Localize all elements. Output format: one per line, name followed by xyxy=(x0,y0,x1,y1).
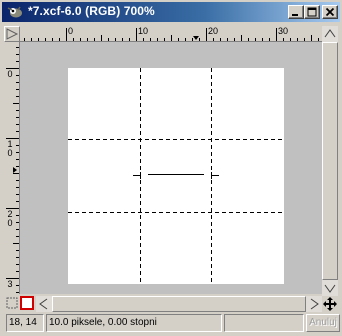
image-menu-button[interactable] xyxy=(4,26,20,42)
horizontal-ruler[interactable]: 0 10 20 30 xyxy=(20,26,322,42)
scroll-down-icon[interactable] xyxy=(322,280,338,296)
title-bar[interactable]: *7.xcf-6.0 (RGB) 700% xyxy=(2,2,340,22)
canvas-area[interactable] xyxy=(20,42,322,294)
scroll-left-icon[interactable] xyxy=(36,296,52,312)
vertical-scroll-thumb[interactable] xyxy=(322,42,338,280)
ruler-label-30: 30 xyxy=(278,26,289,36)
handle-left xyxy=(133,172,141,179)
vertical-ruler[interactable]: 0 1 0 2 0 3 xyxy=(4,42,20,294)
maximize-icon xyxy=(307,7,317,17)
close-icon xyxy=(325,7,335,17)
window-title: *7.xcf-6.0 (RGB) 700% xyxy=(28,4,155,18)
horizontal-scroll-thumb[interactable] xyxy=(52,296,306,312)
menu-arrow-icon xyxy=(6,28,19,40)
vruler-label-10: 1 0 xyxy=(7,139,13,158)
guides-overlay xyxy=(68,68,284,284)
quick-mask-icon[interactable] xyxy=(6,296,18,310)
ruler-label-20: 20 xyxy=(208,26,219,36)
pointer-marker-v xyxy=(13,167,17,173)
horizontal-ruler-ticks xyxy=(24,28,319,41)
gimp-wilber-icon xyxy=(7,6,22,18)
vruler-label-0: 0 xyxy=(7,69,13,79)
horizontal-scrollbar[interactable] xyxy=(36,296,322,312)
ruler-label-10: 10 xyxy=(138,26,149,36)
progress-bar xyxy=(224,314,304,332)
vruler-label-30: 3 xyxy=(7,279,13,289)
move-arrows-icon xyxy=(323,297,337,311)
pointer-marker xyxy=(193,36,199,40)
vruler-label-20: 2 0 xyxy=(7,209,13,228)
navigate-button[interactable] xyxy=(322,296,338,312)
vertical-scrollbar[interactable] xyxy=(322,26,338,296)
scroll-up-icon[interactable] xyxy=(322,26,338,42)
handle-right xyxy=(211,172,219,179)
scroll-right-icon[interactable] xyxy=(306,296,322,312)
maximize-button[interactable] xyxy=(304,5,320,19)
close-button[interactable] xyxy=(322,5,338,19)
cancel-button[interactable]: Anuluj xyxy=(306,314,340,332)
quick-mask-toggle[interactable] xyxy=(20,296,34,310)
ruler-label-0: 0 xyxy=(68,26,74,36)
minimize-button[interactable] xyxy=(288,5,304,19)
image-window: *7.xcf-6.0 (RGB) 700% 0 10 20 30 0 1 0 2… xyxy=(0,0,342,336)
pointer-coordinates: 18, 14 xyxy=(6,314,44,332)
minimize-icon xyxy=(292,14,298,16)
vertical-ruler-ticks xyxy=(6,47,19,293)
status-message: 10.0 piksele, 0.00 stopni xyxy=(46,314,222,332)
